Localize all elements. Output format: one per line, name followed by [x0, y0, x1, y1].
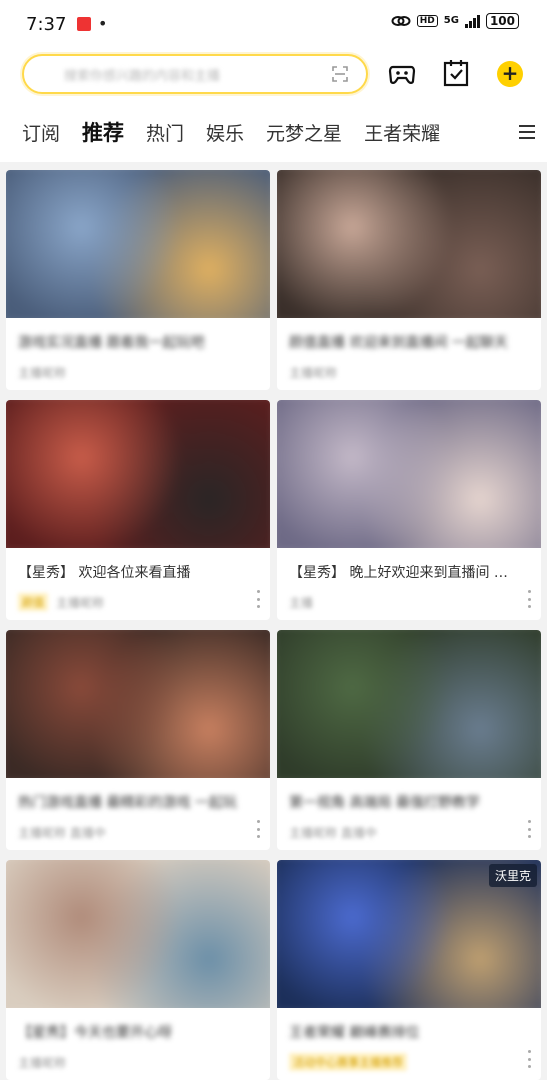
tab-hot[interactable]: 热门: [146, 119, 184, 146]
card-hero-badge: 沃里克: [488, 864, 537, 887]
live-card[interactable]: 第一视角 高端局 最强打野教学 主播昵称 直播中: [277, 630, 541, 850]
card-tag: 活动中心赛事主播推荐: [289, 1053, 407, 1071]
add-icon[interactable]: +: [497, 61, 523, 87]
menu-icon[interactable]: [507, 102, 547, 162]
search-placeholder: 搜索你感兴趣的内容和主播: [64, 68, 221, 84]
tab-subscribe[interactable]: 订阅: [22, 119, 60, 146]
live-card[interactable]: 游戏实况直播 跟着我一起玩吧 主播昵称: [6, 170, 270, 390]
card-title: 热门游戏直播 最精彩的游戏 一起玩: [18, 795, 237, 811]
status-bar: 7:37 • HD 5G 100: [0, 0, 547, 50]
card-thumbnail: [6, 170, 270, 318]
live-card[interactable]: 【星秀】 晚上好欢迎来到直播间 … 主播: [277, 400, 541, 620]
card-streamer: 主播昵称: [18, 1055, 67, 1070]
calendar-check-icon[interactable]: [442, 58, 470, 88]
card-title: 颜值直播 欢迎来到直播间 一起聊天: [289, 335, 508, 351]
card-thumbnail: [6, 400, 270, 548]
live-card[interactable]: 沃里克 王者荣耀 巅峰赛排位 活动中心赛事主播推荐: [277, 860, 541, 1080]
live-card[interactable]: 【星秀】 欢迎各位来看直播 颜值 主播昵称: [6, 400, 270, 620]
category-tabs: 订阅 推荐 热门 娱乐 元梦之星 王者荣耀: [0, 102, 547, 162]
scan-icon[interactable]: [332, 66, 348, 82]
tab-honor-of-kings[interactable]: 王者荣耀: [364, 119, 440, 146]
signal-icon: [464, 14, 480, 28]
status-right-group: HD 5G 100: [391, 13, 519, 29]
card-streamer: 主播: [289, 595, 314, 610]
card-thumbnail: [277, 400, 541, 548]
live-card[interactable]: 颜值直播 欢迎来到直播间 一起聊天 主播昵称: [277, 170, 541, 390]
search-input[interactable]: 搜索你感兴趣的内容和主播: [22, 54, 368, 94]
card-streamer: 主播昵称: [56, 595, 105, 610]
top-header: 搜索你感兴趣的内容和主播 +: [0, 50, 547, 102]
live-card[interactable]: 【星秀】今天也要开心呀 主播昵称: [6, 860, 270, 1080]
card-title: 游戏实况直播 跟着我一起玩吧: [18, 335, 205, 351]
card-tag: 颜值: [18, 593, 48, 611]
card-thumbnail: [6, 860, 270, 1008]
more-icon[interactable]: [527, 820, 531, 838]
card-thumbnail: 沃里克: [277, 860, 541, 1008]
card-title: 第一视角 高端局 最强打野教学: [289, 795, 480, 811]
battery-icon: 100: [485, 13, 519, 29]
card-thumbnail: [277, 170, 541, 318]
gamepad-icon[interactable]: [388, 60, 416, 88]
card-streamer: 主播昵称 直播中: [289, 825, 377, 840]
card-streamer: 主播昵称: [18, 365, 67, 380]
more-icon[interactable]: [256, 590, 260, 608]
card-title: 王者荣耀 巅峰赛排位: [289, 1025, 420, 1041]
more-icon[interactable]: [256, 820, 260, 838]
status-dot: •: [98, 14, 108, 33]
card-thumbnail: [6, 630, 270, 778]
tab-yuanmeng[interactable]: 元梦之星: [266, 119, 342, 146]
link-icon: [391, 16, 411, 26]
network-label: 5G: [443, 15, 459, 26]
card-thumbnail: [277, 630, 541, 778]
tab-entertainment[interactable]: 娱乐: [206, 119, 244, 146]
status-time: 7:37: [26, 14, 67, 35]
live-card[interactable]: 热门游戏直播 最精彩的游戏 一起玩 主播昵称 直播中: [6, 630, 270, 850]
card-streamer: 主播昵称 直播中: [18, 825, 106, 840]
card-title: 【星秀】 欢迎各位来看直播: [18, 565, 191, 581]
card-title: 【星秀】今天也要开心呀: [18, 1025, 172, 1041]
card-title: 【星秀】 晚上好欢迎来到直播间 …: [289, 565, 508, 581]
tab-recommend[interactable]: 推荐: [82, 117, 125, 149]
hd-icon: HD: [416, 15, 438, 27]
more-icon[interactable]: [527, 1050, 531, 1068]
app-notification-icon: [77, 17, 91, 31]
card-streamer: 主播昵称: [289, 365, 338, 380]
more-icon[interactable]: [527, 590, 531, 608]
